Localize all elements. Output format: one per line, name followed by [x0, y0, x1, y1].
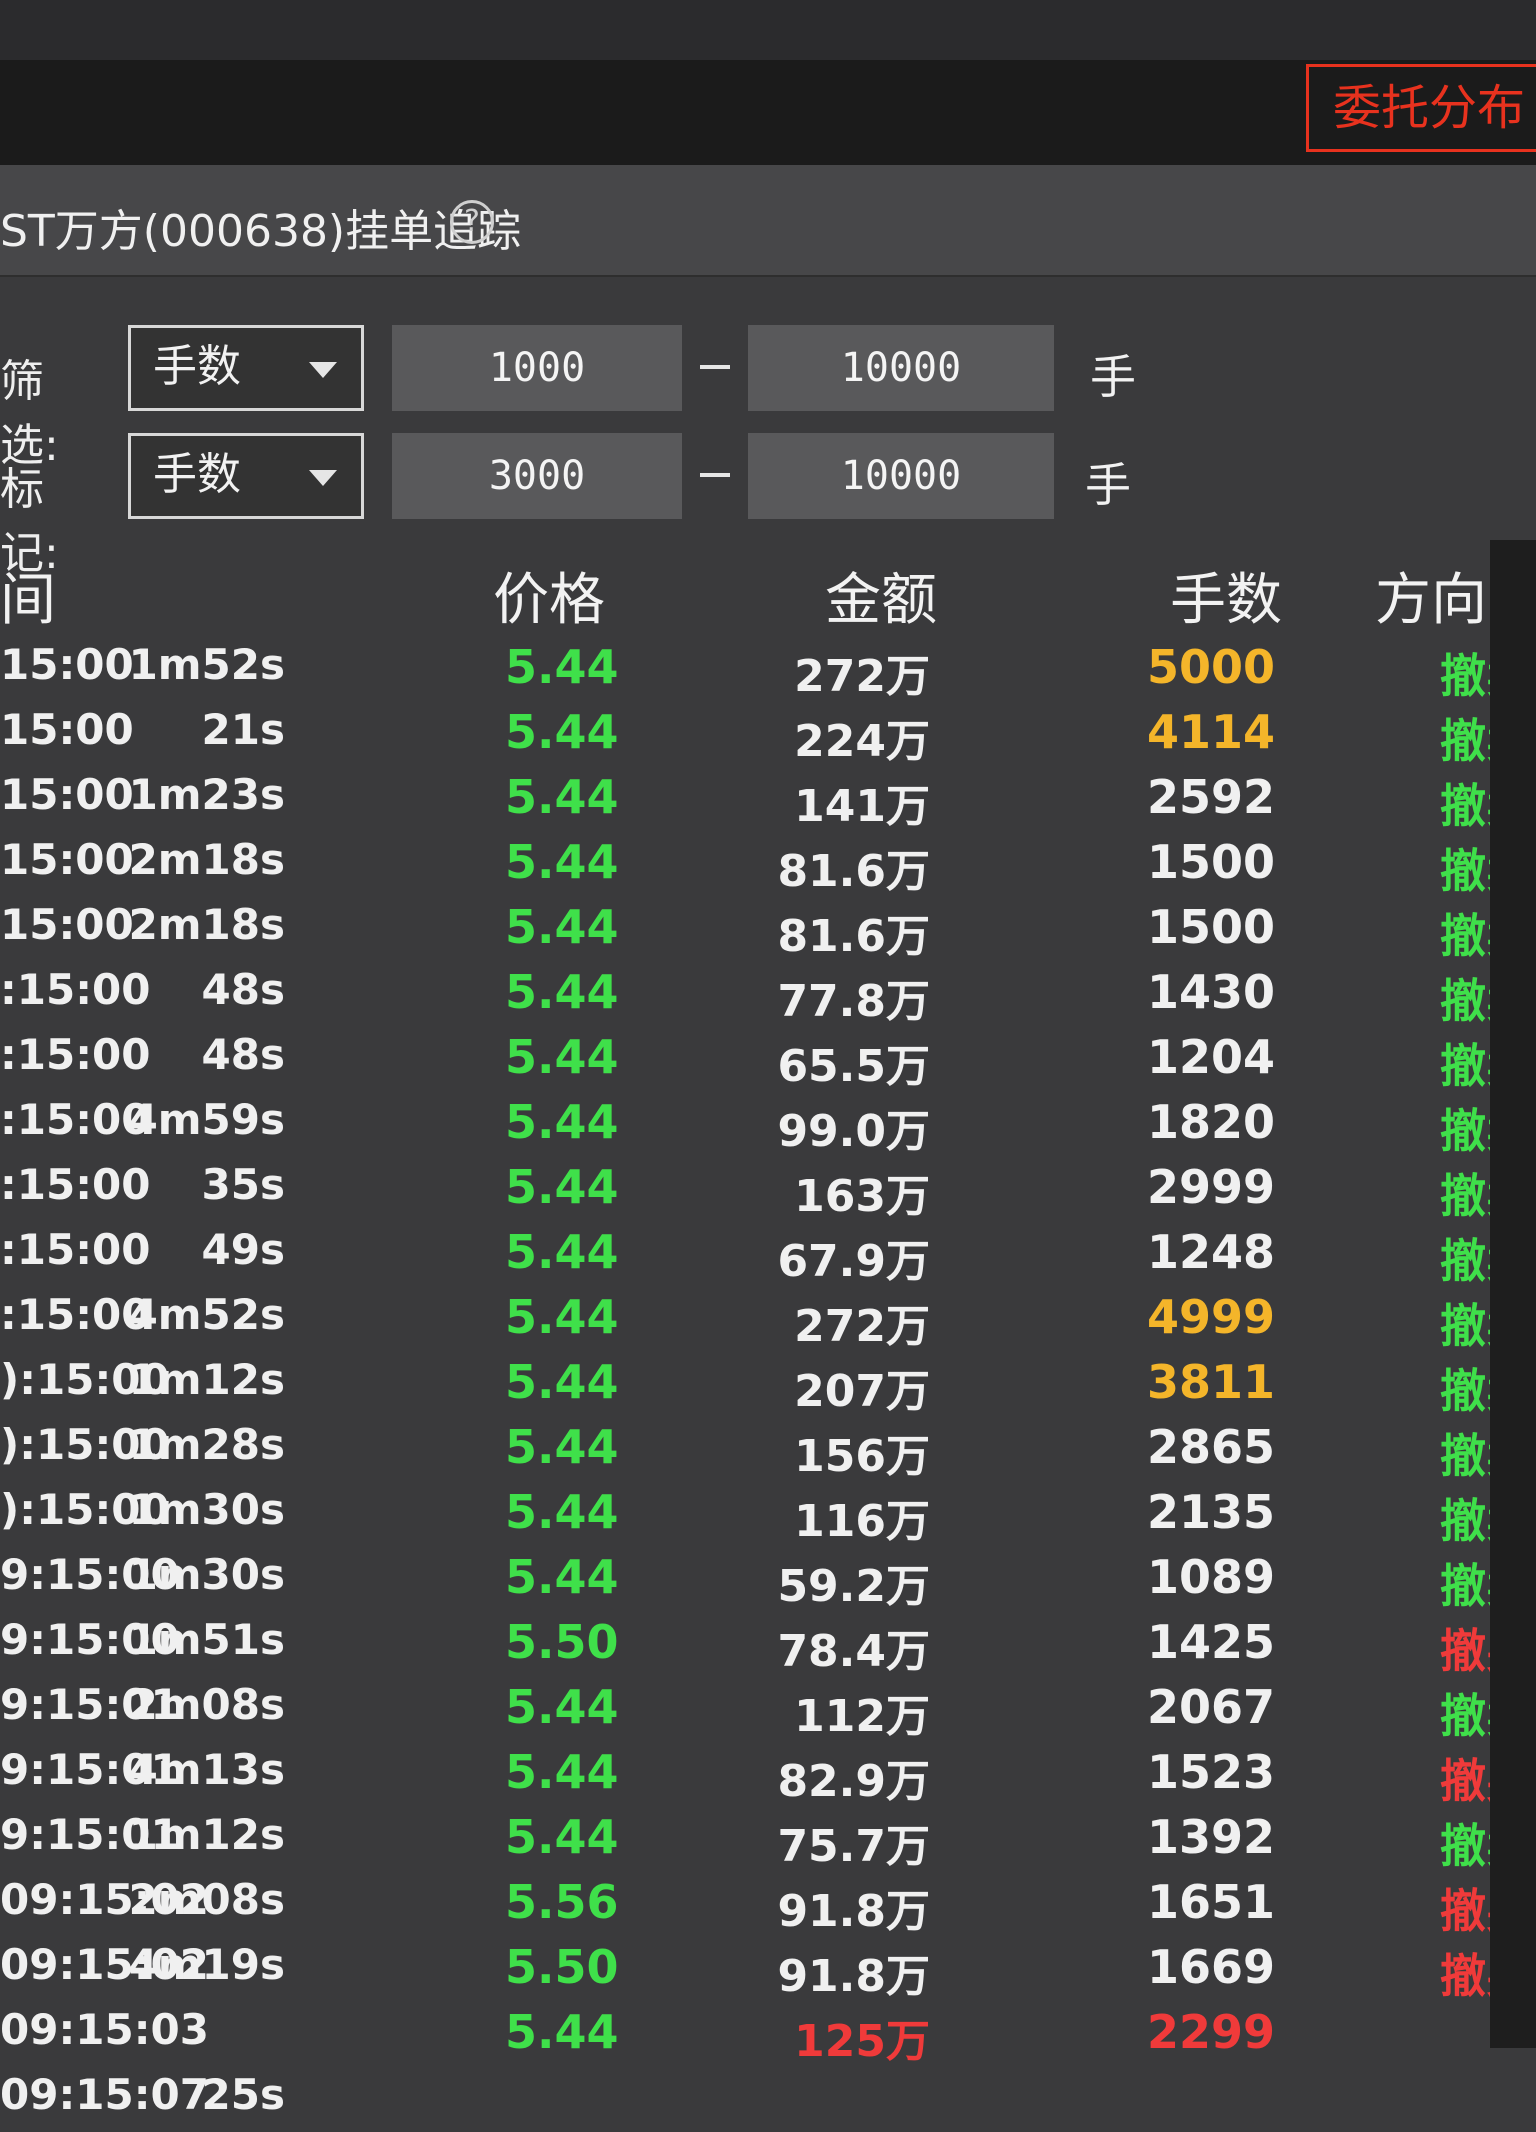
filter-max-input[interactable]: 10000 — [748, 325, 1054, 411]
table-row[interactable]: 9:15:01 2m08s 5.44 112万 2067 撤卖 — [0, 1680, 1536, 1743]
lots-cell: 1500 — [1146, 900, 1275, 954]
table-row[interactable]: 15:00 1m52s 5.44 272万 5000 撤卖 — [0, 640, 1536, 703]
lots-cell: 2067 — [1146, 1680, 1275, 1734]
panel-title: ST万方(000638)挂单追踪 — [0, 206, 522, 257]
lots-cell: 1430 — [1146, 965, 1275, 1019]
table-row[interactable]: :15:00 4m59s 5.44 99.0万 1820 撤卖 — [0, 1095, 1536, 1158]
mark-min-input[interactable]: 3000 — [392, 433, 682, 519]
filter-min-input[interactable]: 1000 — [392, 325, 682, 411]
table-row[interactable]: 15:00 2m18s 5.44 81.6万 1500 撤卖 — [0, 900, 1536, 963]
table-row[interactable]: 15:00 1m23s 5.44 141万 2592 撤卖 — [0, 770, 1536, 833]
table-row[interactable]: 09:15:02 4m19s 5.50 91.8万 1669 撤买 — [0, 1940, 1536, 2003]
screen-edge — [1490, 540, 1536, 2048]
lots-cell: 1523 — [1146, 1745, 1275, 1799]
lots-cell: 2135 — [1146, 1485, 1275, 1539]
col-header-time[interactable]: 间 — [0, 555, 56, 636]
table-row[interactable]: :15:00 48s 5.44 77.8万 1430 撤卖 — [0, 965, 1536, 1028]
monitor-bezel — [0, 0, 1536, 60]
col-header-direction-label: 方向 — [1375, 568, 1487, 633]
table-row[interactable]: 15:00 2m18s 5.44 81.6万 1500 撤卖 — [0, 835, 1536, 898]
lots-cell: 1425 — [1146, 1615, 1275, 1669]
mark-type-value: 手数 — [153, 449, 241, 500]
lots-cell: 4999 — [1146, 1290, 1275, 1344]
order-distribution-tab[interactable]: 委托分布 — [1306, 64, 1536, 152]
chevron-down-icon — [309, 362, 337, 378]
table-row[interactable]: :15:00 48s 5.44 65.5万 1204 撤卖 — [0, 1030, 1536, 1093]
col-header-amount[interactable]: 金额 — [825, 555, 937, 636]
lots-cell: 1820 — [1146, 1095, 1275, 1149]
filter-type-value: 手数 — [153, 341, 241, 392]
table-row[interactable]: 09:15:02 2m08s 5.56 91.8万 1651 撤买 — [0, 1875, 1536, 1938]
table-row[interactable]: :15:00 4m52s 5.44 272万 4999 撤卖 — [0, 1290, 1536, 1353]
lots-cell: 4114 — [1146, 705, 1275, 759]
table-row[interactable]: 09:15:07 25s — [0, 2070, 1536, 2132]
range-dash — [700, 365, 730, 369]
table-row[interactable]: :15:00 35s 5.44 163万 2999 撤卖 — [0, 1160, 1536, 1223]
lots-cell: 2999 — [1146, 1160, 1275, 1214]
panel-titlebar: ST万方(000638)挂单追踪 — [0, 165, 1536, 277]
lots-cell: 1651 — [1146, 1875, 1275, 1929]
chevron-down-icon — [309, 470, 337, 486]
mark-unit: 手 — [1085, 458, 1131, 512]
table-row[interactable]: 9:15:00 1m51s 5.50 78.4万 1425 撤买 — [0, 1615, 1536, 1678]
filter-unit: 手 — [1090, 350, 1136, 404]
filter-type-dropdown[interactable]: 手数 — [128, 325, 364, 411]
help-icon[interactable]: ? — [450, 200, 494, 244]
table-row[interactable]: ):15:00 1m30s 5.44 116万 2135 撤卖 — [0, 1485, 1536, 1548]
lots-cell: 1669 — [1146, 1940, 1275, 1994]
mark-type-dropdown[interactable]: 手数 — [128, 433, 364, 519]
table-row[interactable]: 9:15:01 1m12s 5.44 75.7万 1392 撤卖 — [0, 1810, 1536, 1873]
lots-cell: 2299 — [1146, 2005, 1275, 2059]
lots-cell: 2865 — [1146, 1420, 1275, 1474]
lots-cell: 1248 — [1146, 1225, 1275, 1279]
lots-cell: 1089 — [1146, 1550, 1275, 1604]
mark-max-input[interactable]: 10000 — [748, 433, 1054, 519]
range-dash — [700, 473, 730, 477]
lots-cell: 5000 — [1146, 640, 1275, 694]
table-row[interactable]: 09:15:03 5.44 125万 2299 — [0, 2005, 1536, 2067]
table-row[interactable]: :15:00 49s 5.44 67.9万 1248 撤卖 — [0, 1225, 1536, 1288]
top-toolbar: 委托分布 — [0, 0, 1536, 165]
table-row[interactable]: 9:15:00 1m30s 5.44 59.2万 1089 撤卖 — [0, 1550, 1536, 1613]
lots-cell: 1204 — [1146, 1030, 1275, 1084]
lots-cell: 3811 — [1146, 1355, 1275, 1409]
table-row[interactable]: 15:00 21s 5.44 224万 4114 撤卖 — [0, 705, 1536, 768]
duration-cell: 25s — [201, 2070, 285, 2119]
table-row[interactable]: 9:15:01 4m13s 5.44 82.9万 1523 撤买 — [0, 1745, 1536, 1808]
col-header-price[interactable]: 价格 — [493, 555, 605, 636]
col-header-lots[interactable]: 手数 — [1170, 555, 1282, 636]
lots-cell: 1392 — [1146, 1810, 1275, 1864]
table-row[interactable]: ):15:00 1m12s 5.44 207万 3811 撤卖 — [0, 1355, 1536, 1418]
table-row[interactable]: ):15:00 1m28s 5.44 156万 2865 撤卖 — [0, 1420, 1536, 1483]
lots-cell: 2592 — [1146, 770, 1275, 824]
lots-cell: 1500 — [1146, 835, 1275, 889]
